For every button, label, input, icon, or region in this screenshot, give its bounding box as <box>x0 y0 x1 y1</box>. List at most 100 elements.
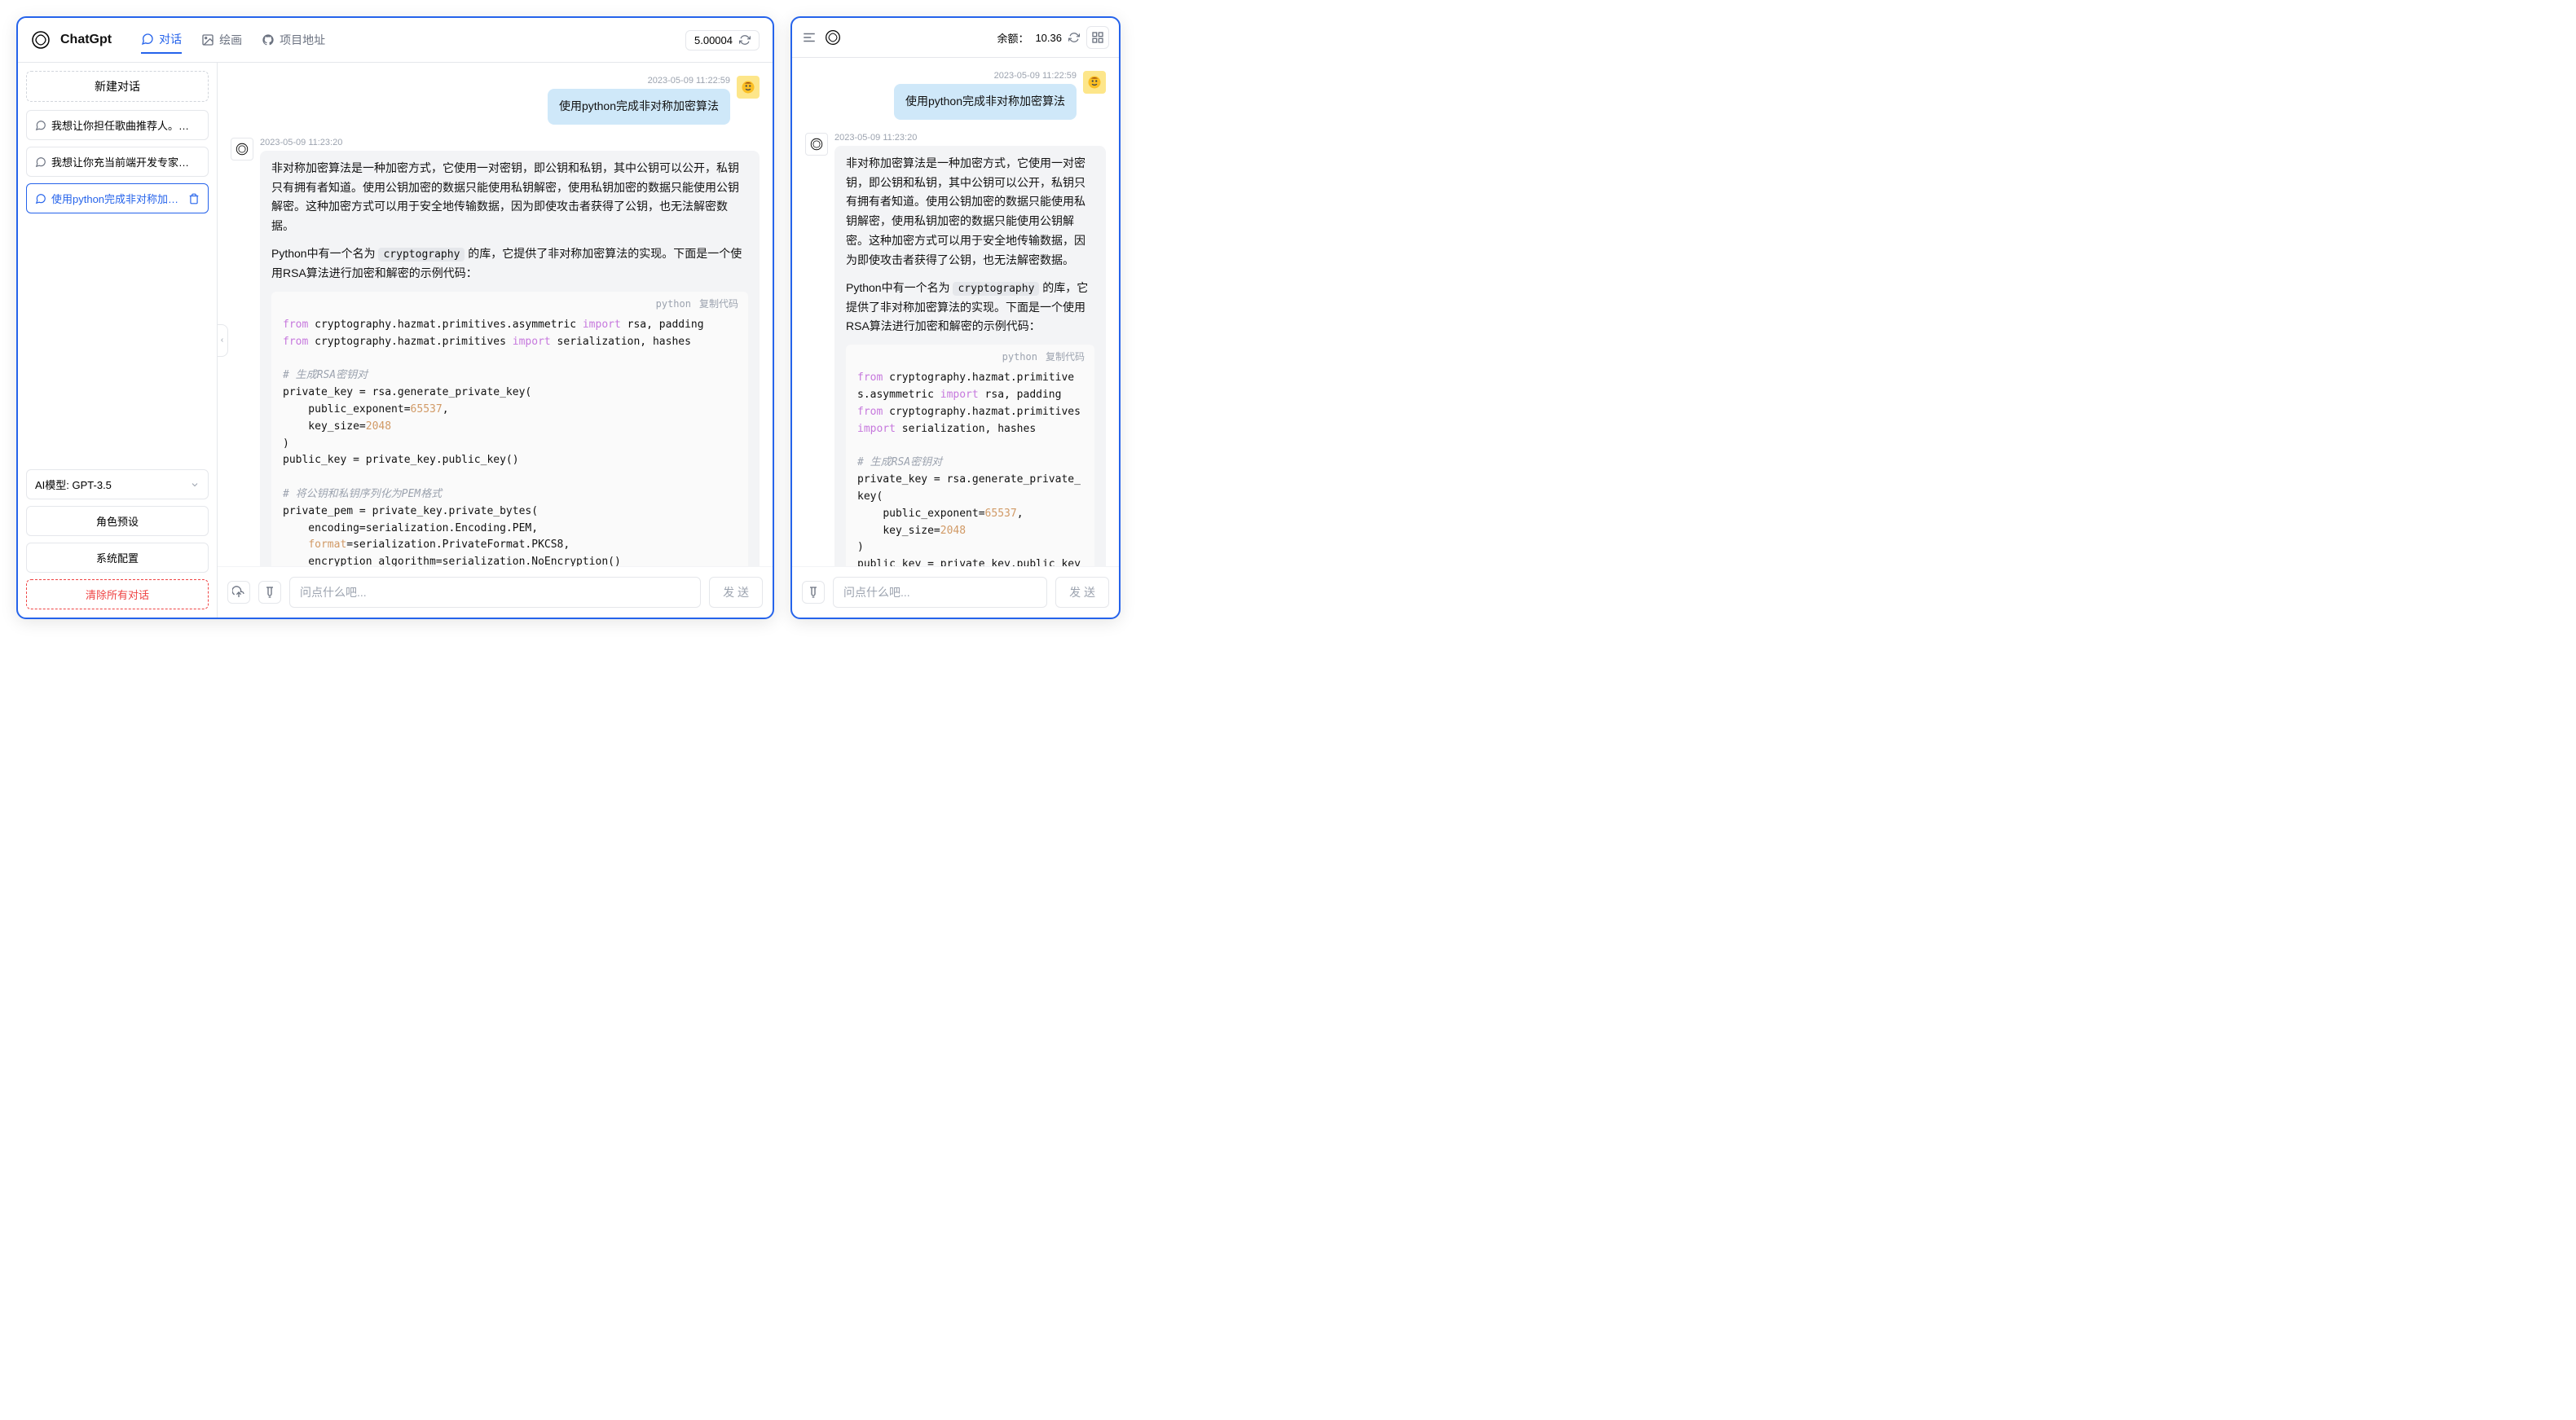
message-input[interactable]: 问点什么吧... <box>833 577 1047 608</box>
nav-tab-draw[interactable]: 绘画 <box>201 26 242 54</box>
topbar-mini-right: 余额： 10.36 <box>997 26 1109 49</box>
code-lang-label: python <box>656 297 691 312</box>
app-title: ChatGpt <box>60 33 112 47</box>
conversation-label: 使用python完成非对称加密算法 <box>51 191 183 206</box>
refresh-icon[interactable] <box>1068 32 1080 43</box>
user-message-bubble: 使用python完成非对称加密算法 <box>894 84 1077 120</box>
main-panel-narrow: 余额： 10.36 2023-05-09 11:22:59 使用python完成… <box>790 16 1121 619</box>
ai-paragraph-2: Python中有一个名为 cryptography 的库，它提供了非对称加密算法… <box>271 244 748 284</box>
conversation-label: 我想让你担任歌曲推荐人。我将为... <box>51 117 200 133</box>
messages-scroll[interactable]: 2023-05-09 11:22:59 使用python完成非对称加密算法 20… <box>218 63 773 566</box>
model-select-label: AI模型: GPT-3.5 <box>35 477 112 492</box>
message-time: 2023-05-09 11:22:59 <box>994 71 1077 81</box>
brush-icon <box>263 586 276 599</box>
nav-tabs: 对话 绘画 项目地址 <box>141 26 325 54</box>
ai-paragraph-2: Python中有一个名为 cryptography 的库，它提供了非对称加密算法… <box>846 279 1094 337</box>
app-logo-icon <box>31 30 51 50</box>
balance-label: 余额： <box>997 30 1028 46</box>
code-header: python 复制代码 <box>846 345 1094 370</box>
ai-paragraph-1: 非对称加密算法是一种加密方式，它使用一对密钥，即公钥和私钥，其中公钥可以公开，私… <box>271 159 748 236</box>
nav-tab-chat[interactable]: 对话 <box>141 26 182 54</box>
sidebar: 新建对话 我想让你担任歌曲推荐人。我将为... 我想让你充当前端开发专家。我将.… <box>18 63 218 618</box>
brush-icon <box>807 586 820 599</box>
app-logo-icon <box>825 29 841 46</box>
message-input[interactable]: 问点什么吧... <box>289 577 701 608</box>
main-panel-wide: ChatGpt 对话 绘画 项目地址 5.00004 新建对话 <box>16 16 774 619</box>
chat-icon <box>141 33 154 46</box>
user-message-bubble: 使用python完成非对称加密算法 <box>548 89 730 125</box>
code-lang-label: python <box>1002 350 1037 365</box>
ai-message-bubble: 非对称加密算法是一种加密方式，它使用一对密钥，即公钥和私钥，其中公钥可以公开，私… <box>260 151 760 566</box>
openai-icon <box>235 142 249 156</box>
conversation-item-0[interactable]: 我想让你担任歌曲推荐人。我将为... <box>26 110 209 140</box>
body-row: 新建对话 我想让你担任歌曲推荐人。我将为... 我想让你充当前端开发专家。我将.… <box>18 63 773 618</box>
chat-area-narrow: 2023-05-09 11:22:59 使用python完成非对称加密算法 20… <box>792 58 1119 618</box>
nav-tab-chat-label: 对话 <box>159 31 182 47</box>
message-ai: 2023-05-09 11:23:20 非对称加密算法是一种加密方式，它使用一对… <box>805 133 1106 566</box>
inline-code: cryptography <box>378 248 465 262</box>
nav-tab-repo[interactable]: 项目地址 <box>262 26 325 54</box>
message-user: 2023-05-09 11:22:59 使用python完成非对称加密算法 <box>805 71 1106 120</box>
ai-message-bubble: 非对称加密算法是一种加密方式，它使用一对密钥，即公钥和私钥，其中公钥可以公开，私… <box>834 146 1106 566</box>
role-preset-button[interactable]: 角色预设 <box>26 506 209 536</box>
upload-button[interactable] <box>227 581 250 604</box>
user-avatar <box>1083 71 1106 94</box>
brush-button[interactable] <box>258 581 281 604</box>
balance-display[interactable]: 5.00004 <box>685 30 760 51</box>
chevron-down-icon <box>190 480 200 490</box>
user-avatar <box>737 76 760 99</box>
send-button[interactable]: 发 送 <box>709 577 763 608</box>
refresh-icon <box>739 34 751 46</box>
message-time: 2023-05-09 11:23:20 <box>260 138 760 147</box>
grid-icon <box>1091 31 1104 44</box>
grid-button[interactable] <box>1086 26 1109 49</box>
new-chat-button[interactable]: 新建对话 <box>26 71 209 102</box>
conversation-item-1[interactable]: 我想让你充当前端开发专家。我将... <box>26 147 209 177</box>
conversation-label: 我想让你充当前端开发专家。我将... <box>51 154 200 169</box>
user-face-icon <box>1087 75 1102 90</box>
chat-icon <box>35 120 46 131</box>
messages-scroll[interactable]: 2023-05-09 11:22:59 使用python完成非对称加密算法 20… <box>792 58 1119 566</box>
code-block: python 复制代码 from cryptography.hazmat.pri… <box>846 345 1094 566</box>
menu-icon[interactable] <box>802 30 817 45</box>
code-body: from cryptography.hazmat.primitives.asym… <box>271 317 748 566</box>
nav-tab-draw-label: 绘画 <box>219 32 242 48</box>
sidebar-footer: AI模型: GPT-3.5 角色预设 系统配置 清除所有对话 <box>26 469 209 609</box>
ai-avatar <box>231 138 253 160</box>
message-user: 2023-05-09 11:22:59 使用python完成非对称加密算法 <box>231 76 760 125</box>
code-header: python 复制代码 <box>271 292 748 317</box>
image-icon <box>201 33 214 46</box>
conversation-item-2[interactable]: 使用python完成非对称加密算法 <box>26 183 209 213</box>
input-row: 问点什么吧... 发 送 <box>792 566 1119 618</box>
delete-icon[interactable] <box>188 193 200 204</box>
nav-tab-repo-label: 项目地址 <box>280 32 325 48</box>
code-copy-button[interactable]: 复制代码 <box>1046 350 1085 365</box>
code-body: from cryptography.hazmat.primitives.asym… <box>846 370 1094 566</box>
topbar: ChatGpt 对话 绘画 项目地址 5.00004 <box>18 18 773 63</box>
message-ai: 2023-05-09 11:23:20 非对称加密算法是一种加密方式，它使用一对… <box>231 138 760 566</box>
code-copy-button[interactable]: 复制代码 <box>699 297 738 312</box>
ai-avatar <box>805 133 828 156</box>
sidebar-collapse-handle[interactable]: ‹ <box>218 324 228 357</box>
openai-icon <box>809 137 824 152</box>
clear-all-button[interactable]: 清除所有对话 <box>26 579 209 609</box>
topbar-right: 5.00004 <box>685 30 760 51</box>
chat-icon <box>35 156 46 168</box>
ai-paragraph-1: 非对称加密算法是一种加密方式，它使用一对密钥，即公钥和私钥，其中公钥可以公开，私… <box>846 154 1094 270</box>
user-face-icon <box>741 80 755 95</box>
topbar-mini: 余额： 10.36 <box>792 18 1119 58</box>
inline-code: cryptography <box>953 282 1039 296</box>
balance-value: 5.00004 <box>694 34 733 46</box>
chat-area: ‹ 2023-05-09 11:22:59 使用python完成非对称加密算法 <box>218 63 773 618</box>
github-icon <box>262 33 275 46</box>
balance-value: 10.36 <box>1035 32 1062 44</box>
system-config-button[interactable]: 系统配置 <box>26 543 209 573</box>
message-time: 2023-05-09 11:22:59 <box>648 76 730 86</box>
input-row: 问点什么吧... 发 送 <box>218 566 773 618</box>
code-block: python 复制代码 from cryptography.hazmat.pri… <box>271 292 748 566</box>
brush-button[interactable] <box>802 581 825 604</box>
send-button[interactable]: 发 送 <box>1055 577 1109 608</box>
cloud-upload-icon <box>232 586 245 599</box>
message-time: 2023-05-09 11:23:20 <box>834 133 1106 143</box>
model-select[interactable]: AI模型: GPT-3.5 <box>26 469 209 499</box>
